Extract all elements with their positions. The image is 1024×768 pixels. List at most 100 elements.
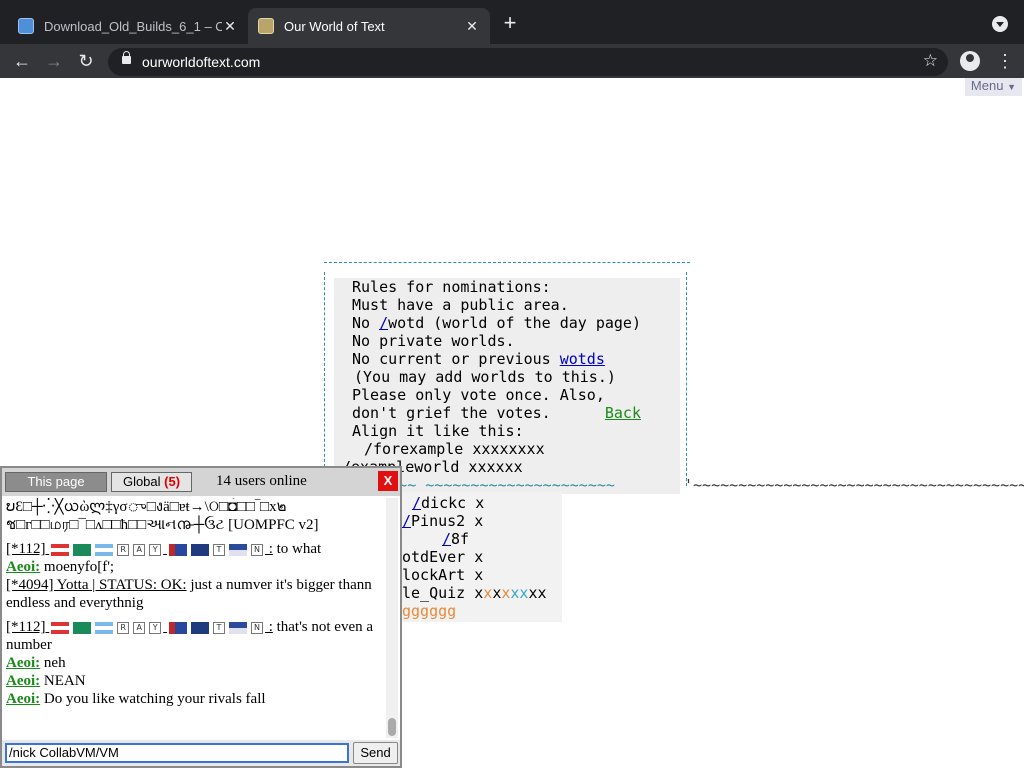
- message-text: neh: [40, 655, 66, 671]
- browser-tab-bar: Download_Old_Builds_6_1 – Org ✕ Our Worl…: [0, 0, 1024, 44]
- back-arrow-icon[interactable]: ←: [10, 49, 34, 73]
- notice-line: No private worlds.: [352, 332, 515, 350]
- message-text: moenyfo[f';: [40, 559, 115, 575]
- chat-tab-label: Global: [122, 474, 161, 489]
- notice-line: don't grief the votes. Back: [352, 404, 641, 422]
- world-link[interactable]: /: [412, 494, 421, 512]
- flag-icon: [190, 543, 209, 556]
- example-line: /forexample xxxxxxxx: [364, 440, 545, 458]
- chat-close-button[interactable]: X: [378, 471, 398, 491]
- lock-icon[interactable]: [122, 51, 131, 64]
- message-text: Do you like watching your rivals fall: [40, 691, 266, 707]
- world-name: Pinus2 x: [411, 512, 484, 530]
- flag-icon: [51, 543, 70, 556]
- address-bar[interactable]: ourworldoftext.com ☆: [108, 48, 948, 76]
- notice-line: Rules for nominations:: [352, 278, 551, 296]
- colored-char: xx: [528, 584, 547, 602]
- flag-icon: T: [212, 543, 225, 556]
- chat-username[interactable]: Aeoi:: [6, 673, 40, 689]
- flag-icon: [73, 543, 92, 556]
- flag-icon: [228, 621, 247, 634]
- chat-message-list[interactable]: ບƐ□┼⁛╳ᨿὼლ‡γσு□งä□ɐŧ→\ଠ□◘้□□‾□x๒ ช□г□□மர□…: [6, 498, 386, 738]
- unread-count-badge: (5): [164, 474, 181, 489]
- flag-icon: N: [250, 621, 263, 634]
- world-link[interactable]: /: [402, 512, 411, 530]
- flag-icon: [190, 621, 209, 634]
- flag-icon: N: [250, 543, 263, 556]
- chat-username[interactable]: [*4094] Yotta | STATUS: OK:: [6, 577, 187, 593]
- profile-avatar-icon[interactable]: [960, 51, 980, 71]
- browser-tab-download[interactable]: Download_Old_Builds_6_1 – Org ✕: [8, 8, 248, 44]
- forward-arrow-icon[interactable]: →: [42, 49, 66, 73]
- send-button[interactable]: Send: [353, 742, 398, 764]
- browser-toolbar: ← → ↻ ourworldoftext.com ☆ ⋮: [0, 44, 1024, 78]
- world-link[interactable]: /: [442, 530, 451, 548]
- users-online-count: 14 users online: [216, 473, 307, 489]
- site-favicon-icon: [18, 18, 34, 34]
- notice-border-top: [324, 262, 690, 272]
- chat-username[interactable]: [*112] RAY TN :: [6, 541, 273, 557]
- world-name: le_Quiz x: [402, 584, 484, 602]
- reload-icon[interactable]: ↻: [74, 49, 98, 73]
- notice-text: don't grief the votes.: [352, 404, 605, 422]
- flag-icon: A: [133, 621, 146, 634]
- chat-username[interactable]: [*112] RAY TN :: [6, 619, 273, 635]
- chat-input[interactable]: /nick CollabVM/VM: [5, 743, 349, 763]
- notice-text: No: [352, 314, 380, 332]
- world-link[interactable]: /: [379, 314, 388, 332]
- new-tab-icon[interactable]: +: [498, 12, 522, 36]
- url-text[interactable]: ourworldoftext.com: [142, 54, 260, 70]
- chevron-down-icon: ▼: [1007, 82, 1016, 92]
- notice-border-left: [324, 272, 326, 472]
- flag-icon: [95, 543, 114, 556]
- chat-username[interactable]: Aeoi:: [6, 655, 40, 671]
- scrollbar-thumb[interactable]: [388, 718, 396, 736]
- flag-icon: [95, 621, 114, 634]
- chat-message: ช□г□□மர□¯□ʌ□□ħ□□આન൹┼ઉટ [UOMPFC v2]: [6, 516, 386, 534]
- notice-border-right: [686, 272, 688, 486]
- chat-username[interactable]: Aeoi:: [6, 559, 40, 575]
- bookmark-star-icon[interactable]: ☆: [923, 51, 938, 71]
- chat-message: [*112] RAY TN : that's not even a number: [6, 618, 386, 654]
- notice-line: (You may add worlds to this.): [354, 368, 616, 386]
- wotds-link[interactable]: wotds: [560, 350, 605, 368]
- flag-icon: T: [212, 621, 225, 634]
- back-link[interactable]: Back: [605, 404, 641, 422]
- chat-message: Aeoi: Do you like watching your rivals f…: [6, 690, 386, 708]
- close-tab-icon[interactable]: ✕: [222, 18, 238, 35]
- world-entry: /8f: [442, 530, 469, 548]
- world-border-line: '~~~~~~~~~~~~~~~~~~~~~~~~~~~~~~~~~~~~~~~…: [684, 476, 1024, 494]
- colored-char: x: [483, 584, 493, 602]
- flag-icon: [168, 543, 187, 556]
- chat-header: This page Global (5) 14 users online X: [2, 468, 400, 496]
- world-entry: /Pinus2 x: [402, 512, 483, 530]
- username-text: [*112]: [6, 541, 46, 557]
- world-entry: otdEver x: [402, 548, 484, 566]
- message-text: NEAN: [40, 673, 86, 689]
- flag-icon: [168, 621, 187, 634]
- notice-line: No /wotd (world of the day page): [352, 314, 641, 332]
- colored-g-row: gggggg: [402, 602, 457, 620]
- colored-char: x: [492, 584, 502, 602]
- chat-message: ບƐ□┼⁛╳ᨿὼლ‡γσு□งä□ɐŧ→\ଠ□◘้□□‾□x๒: [6, 499, 287, 515]
- chat-scrollbar[interactable]: [386, 498, 398, 738]
- chat-tab-this-page[interactable]: This page: [5, 472, 107, 492]
- world-name: 8f: [451, 530, 470, 548]
- browser-menu-icon[interactable]: ⋮: [996, 49, 1014, 73]
- world-name: dickc x: [421, 494, 485, 512]
- flag-icon: [73, 621, 92, 634]
- notice-text: wotd (world of the day page): [388, 314, 641, 332]
- flag-icon: R: [117, 621, 130, 634]
- menu-button[interactable]: Menu ▼: [964, 78, 1022, 96]
- close-tab-icon[interactable]: ✕: [464, 18, 480, 35]
- chat-message: [*4094] Yotta | STATUS: OK: just a numve…: [6, 576, 386, 612]
- flag-icon: [228, 543, 247, 556]
- chat-tab-global[interactable]: Global (5): [111, 472, 192, 492]
- tab-title: Download_Old_Builds_6_1 – Org: [44, 18, 222, 34]
- chat-username[interactable]: Aeoi:: [6, 691, 40, 707]
- flag-icon: A: [133, 543, 146, 556]
- world-entry: /dickc x: [412, 494, 484, 512]
- tab-search-icon[interactable]: [992, 16, 1008, 32]
- notice-text: No current or previous: [352, 350, 560, 368]
- browser-tab-owot[interactable]: Our World of Text ✕: [248, 8, 490, 44]
